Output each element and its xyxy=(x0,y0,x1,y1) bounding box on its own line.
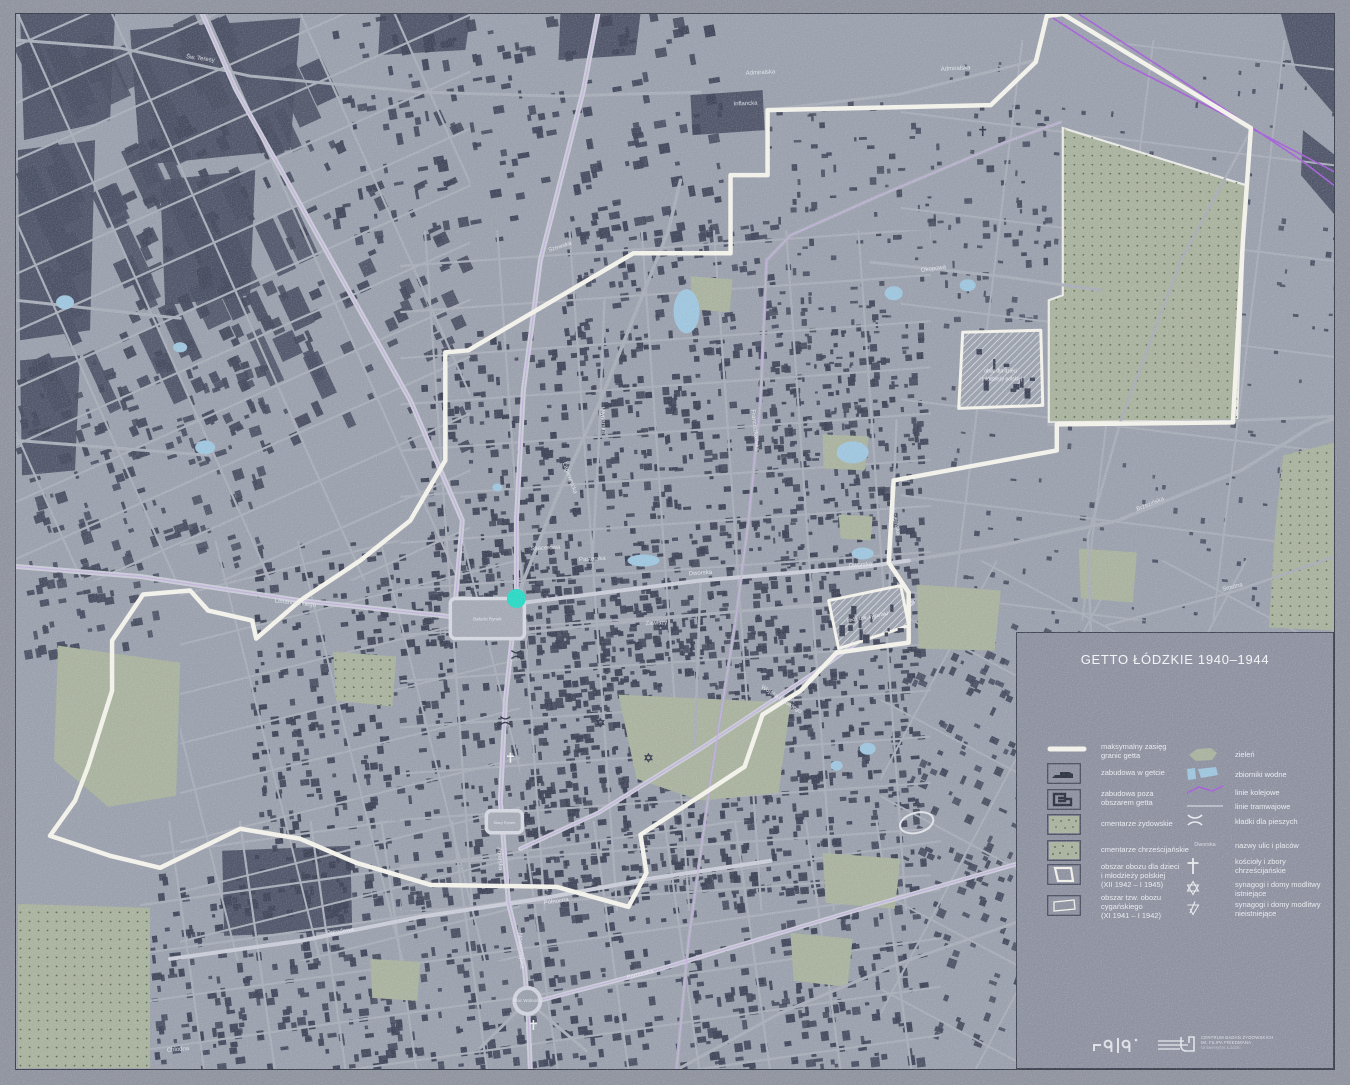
cemetery-stipple xyxy=(333,651,397,707)
boundary-swatch xyxy=(1047,742,1087,760)
legend-item-label: synagogi i domy modlitwy istniejące xyxy=(1235,880,1321,898)
built-in-ghetto-swatch xyxy=(1047,763,1081,789)
camp-label: obóz dla dzieci xyxy=(984,368,1017,374)
legend-item-label: kładki dla pieszych xyxy=(1235,816,1298,826)
polin-logo xyxy=(1091,1035,1188,1057)
water-body xyxy=(959,279,976,292)
church-swatch xyxy=(1185,857,1201,880)
street-label: Inflancka xyxy=(733,101,758,108)
street-label: Stary Rynek xyxy=(493,820,515,825)
green-area xyxy=(838,514,873,541)
legend-item-label: obszar tzw. obozu cygańskiego (XI 1941 –… xyxy=(1101,893,1162,920)
street-label: Zawiszy xyxy=(645,620,667,627)
water-body xyxy=(851,547,874,560)
water-body xyxy=(836,441,869,464)
legend-item-label: nazwy ulic i placów xyxy=(1235,840,1299,850)
water-body xyxy=(492,483,503,492)
water-body xyxy=(173,342,188,353)
street-label: Bałucki Rynek xyxy=(473,617,502,622)
street-label: Zgierska xyxy=(496,847,503,871)
water-body xyxy=(859,742,876,755)
water-body xyxy=(627,554,660,567)
green-area xyxy=(790,932,853,987)
street-name-swatch: Dworska xyxy=(1185,836,1225,854)
dark-field xyxy=(690,90,765,136)
cbz-logo: CENTRUM BADAŃ ŻYDOWSKICH IM. FILIPA FRIED… xyxy=(1179,1035,1274,1052)
legend-item-label: kościoły i zbory chrześcijańskie xyxy=(1235,857,1286,875)
legend-panel: GETTO ŁÓDZKIE 1940–1944 maksymalny zasię… xyxy=(1016,632,1334,1069)
water-body xyxy=(884,286,903,301)
camp-roma-swatch xyxy=(1047,895,1081,921)
selected-location-marker[interactable] xyxy=(506,589,526,609)
legend-item-label: zbiorniki wodne xyxy=(1235,769,1287,779)
camp-children-swatch xyxy=(1047,864,1081,890)
bridge-swatch xyxy=(1185,812,1205,833)
built-outside-swatch xyxy=(1047,789,1081,815)
map-title: GETTO ŁÓDZKIE 1940–1944 xyxy=(1080,652,1270,667)
cbz-caption: CENTRUM BADAŃ ŻYDOWSKICH IM. FILIPA FRIED… xyxy=(1201,1035,1274,1051)
legend-item-label: synagogi i domy modlitwy nieistniejące xyxy=(1235,900,1321,918)
water-body xyxy=(673,289,700,334)
cemetery-christian-swatch xyxy=(1047,840,1081,866)
street-label: Plac Wolności xyxy=(513,998,541,1003)
legend-item-label: linie kolejowe xyxy=(1235,787,1280,797)
green-area xyxy=(916,584,1001,651)
green-area xyxy=(370,958,421,1001)
cemetery-jewish-swatch xyxy=(1047,814,1081,840)
credits-row: CENTRUM BADAŃ ŻYDOWSKICH IM. FILIPA FRIED… xyxy=(1017,1033,1333,1067)
synagogue-gone-swatch xyxy=(1185,900,1201,921)
svg-text:Dworska: Dworska xyxy=(1194,842,1216,848)
synagogue-swatch xyxy=(1185,880,1201,901)
legend-item-label: obszar obozu dla dzieci i młodzieży pols… xyxy=(1101,862,1180,889)
water-body xyxy=(56,295,75,310)
cemetery-stipple xyxy=(18,903,151,1068)
legend-item-label: zieleń xyxy=(1235,749,1255,759)
water-body xyxy=(195,440,216,455)
legend-item-label: linie tramwajowe xyxy=(1235,801,1291,811)
water-body xyxy=(830,760,843,771)
camp-label: i młodzieży polskiej xyxy=(979,376,1022,382)
